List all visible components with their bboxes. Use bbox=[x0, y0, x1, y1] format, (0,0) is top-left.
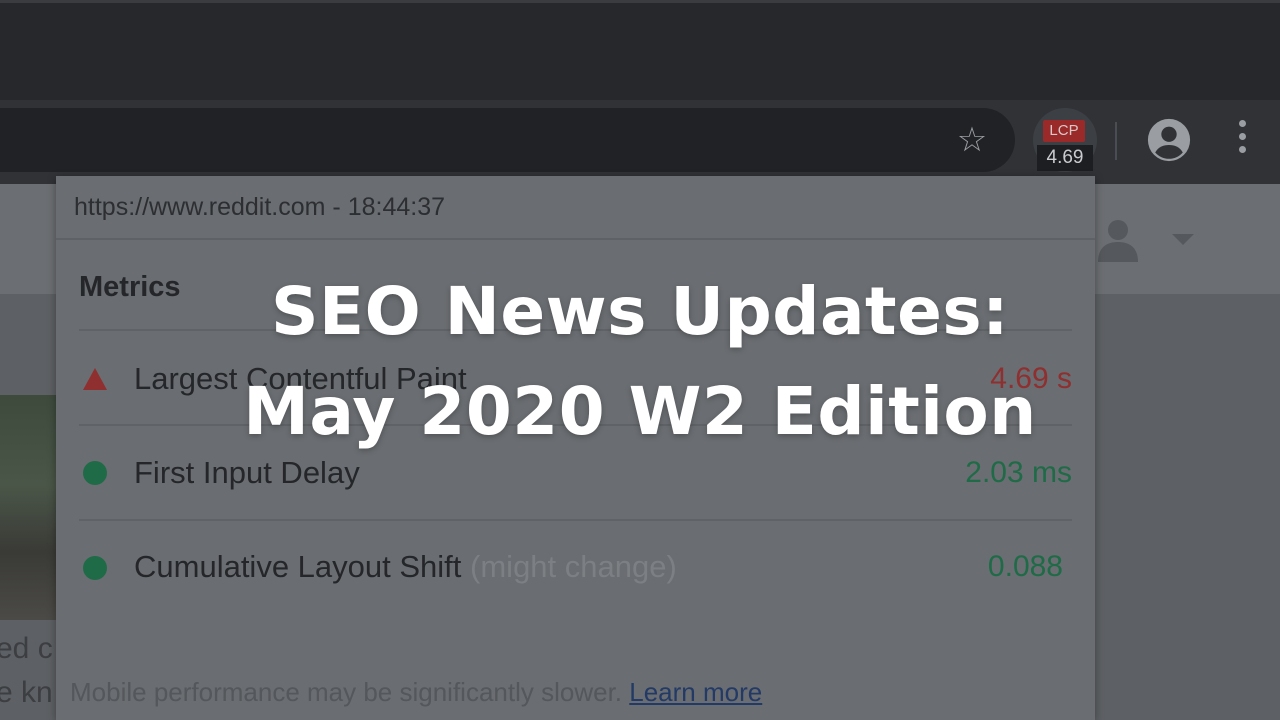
background-text: ed c bbox=[0, 632, 53, 665]
learn-more-link[interactable]: Learn more bbox=[629, 677, 762, 707]
metric-value: 2.03 ms bbox=[965, 456, 1072, 489]
overlay-title-line-2: May 2020 W2 Edition bbox=[243, 373, 1037, 450]
popup-footer: Mobile performance may be significantly … bbox=[70, 674, 762, 710]
address-bar[interactable] bbox=[0, 108, 1015, 172]
metric-note: (might change) bbox=[470, 549, 677, 584]
metric-value: 0.088 bbox=[987, 550, 1063, 583]
more-vert-icon[interactable] bbox=[1232, 120, 1252, 162]
account-circle-icon[interactable] bbox=[1146, 117, 1192, 163]
star-icon[interactable]: ☆ bbox=[952, 120, 992, 160]
popup-url-timestamp: https://www.reddit.com - 18:44:37 bbox=[74, 193, 446, 221]
extension-badge-label: LCP bbox=[1043, 120, 1085, 142]
metric-name-row: Cumulative Layout Shift (might change) bbox=[134, 547, 677, 587]
browser-tab-strip bbox=[0, 0, 1280, 100]
divider bbox=[79, 519, 1072, 521]
chevron-down-icon[interactable] bbox=[1172, 234, 1194, 245]
user-icon[interactable] bbox=[1098, 218, 1138, 262]
divider bbox=[56, 238, 1095, 240]
green-dot-icon bbox=[83, 556, 107, 580]
footer-text: Mobile performance may be significantly … bbox=[70, 677, 623, 707]
extension-badge-value: 4.69 bbox=[1037, 145, 1093, 171]
background-text: e kn bbox=[0, 676, 53, 709]
metric-name: First Input Delay bbox=[134, 455, 360, 490]
toolbar-divider bbox=[1115, 122, 1117, 160]
green-dot-icon bbox=[83, 461, 107, 485]
overlay-title-line-1: SEO News Updates: bbox=[270, 273, 1010, 350]
metric-name: Cumulative Layout Shift bbox=[134, 549, 462, 584]
